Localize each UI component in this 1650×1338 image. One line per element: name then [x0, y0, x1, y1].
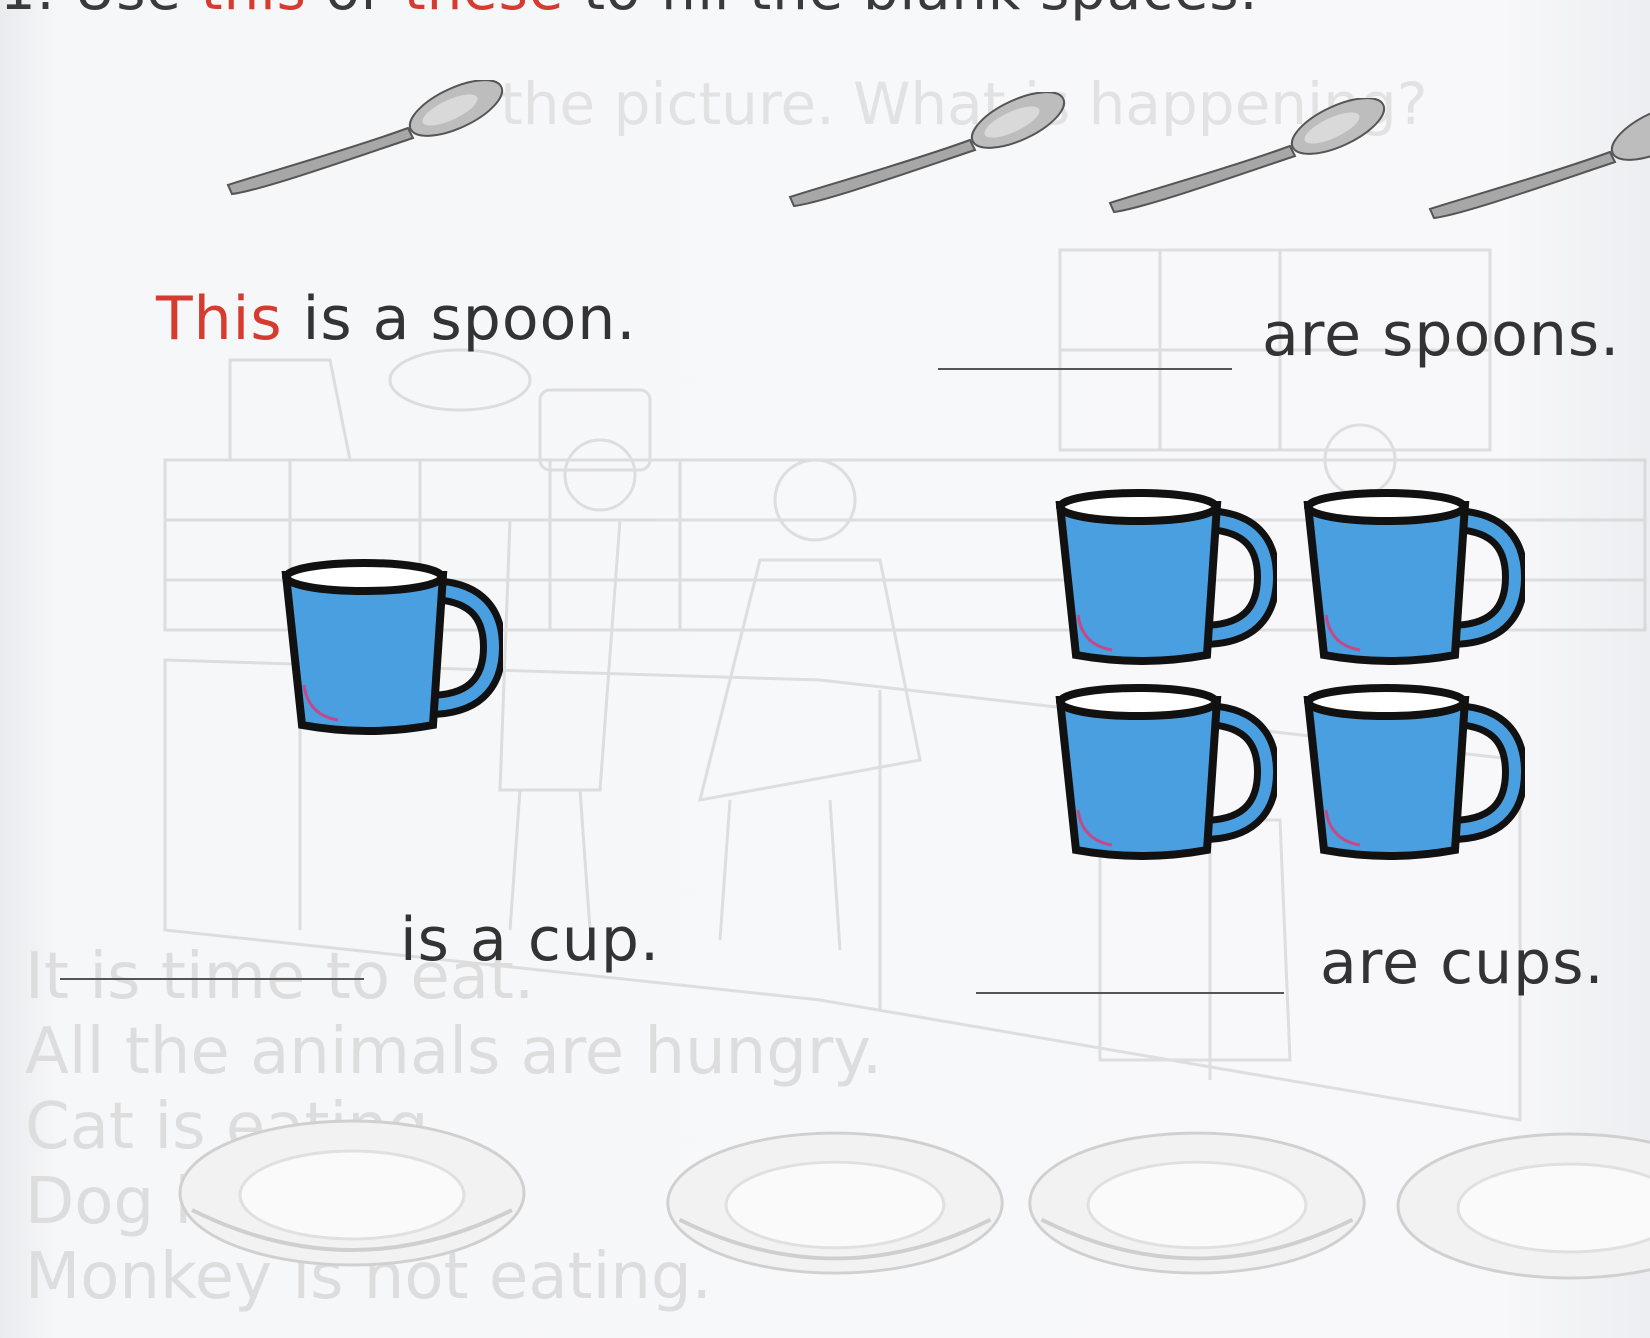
mug-icon — [1303, 489, 1525, 665]
spoon-icon — [1428, 104, 1650, 220]
mug-icon — [281, 559, 503, 735]
sentence-this-is-a-spoon: This is a spoon. — [156, 284, 637, 354]
blank-line-cups[interactable] — [976, 992, 1284, 994]
spoon-icon — [226, 80, 504, 196]
exercise-instruction: 1. Use this or these to fill the blank s… — [0, 0, 1258, 23]
sentence-are-cups: are cups. — [1320, 928, 1605, 998]
plate-icon — [1028, 1131, 1366, 1275]
mug-icon — [1055, 489, 1277, 665]
spoon-icon — [788, 92, 1066, 208]
ghost-text-line-2: All the animals are hungry. — [25, 1015, 883, 1089]
keyword-these: these — [404, 0, 565, 23]
mug-icon — [1303, 684, 1525, 860]
blank-line-spoons[interactable] — [938, 368, 1232, 370]
worksheet-page: It is time to eat. All the animals are h… — [0, 0, 1650, 1338]
answer-word-this: This — [156, 284, 283, 354]
sentence-are-spoons: are spoons. — [1262, 300, 1621, 370]
blank-line-cup[interactable] — [60, 978, 364, 980]
mug-icon — [1055, 684, 1277, 860]
sentence-is-a-cup: is a cup. — [400, 905, 661, 975]
keyword-this: this — [201, 0, 307, 23]
plate-icon — [666, 1131, 1004, 1275]
spoon-icon — [1108, 98, 1386, 214]
plate-icon — [1396, 1132, 1650, 1280]
plate-icon — [178, 1119, 526, 1267]
